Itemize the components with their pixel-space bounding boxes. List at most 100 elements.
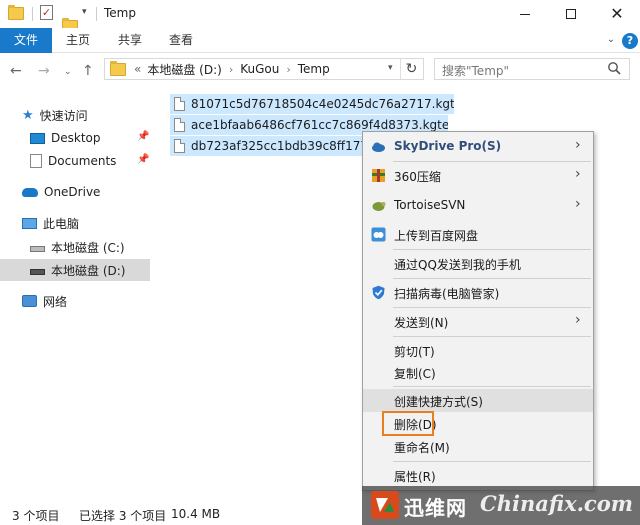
menu-item-rename[interactable]: 重命名(M)	[363, 435, 593, 458]
menu-item-skydrive-pro[interactable]: SkyDrive Pro(S) ›	[363, 135, 593, 158]
breadcrumb-temp[interactable]: Temp	[298, 62, 330, 76]
sidebar-item-quick-access[interactable]: ★ 快速访问	[0, 104, 150, 126]
window-title: Temp	[104, 6, 136, 20]
zip-360-icon	[372, 169, 385, 182]
menu-item-label: 上传到百度网盘	[394, 229, 479, 243]
menu-separator	[393, 461, 591, 462]
sidebar-item-desktop[interactable]: Desktop 📌	[0, 127, 150, 149]
menu-separator	[393, 336, 591, 337]
close-button[interactable]: ✕	[594, 0, 640, 28]
menu-item-copy[interactable]: 复制(C)	[363, 361, 593, 384]
drive-icon	[30, 269, 45, 275]
toolbar-divider	[96, 7, 97, 21]
tab-home[interactable]: 主页	[58, 28, 98, 53]
sidebar-item-this-pc[interactable]: 此电脑	[0, 212, 150, 234]
sidebar-item-label: 此电脑	[43, 216, 80, 231]
menu-separator	[393, 307, 591, 308]
sidebar-item-label: 快速访问	[39, 108, 88, 123]
file-icon	[174, 139, 185, 153]
tab-file[interactable]: 文件	[0, 28, 52, 53]
back-icon[interactable]: ←	[10, 63, 22, 79]
minimize-icon	[520, 13, 530, 15]
menu-item-baidu-upload[interactable]: 上传到百度网盘	[363, 223, 593, 246]
submenu-arrow-icon: ›	[575, 137, 581, 153]
menu-item-qq-send[interactable]: 通过QQ发送到我的手机	[363, 252, 593, 275]
menu-item-label: 复制(C)	[394, 367, 436, 381]
file-item[interactable]: 81071c5d76718504c4e0245dc76a2717.kgtemp	[170, 94, 454, 114]
highlight-box	[382, 411, 434, 436]
menu-item-label: 属性(R)	[394, 470, 436, 484]
chevron-right-icon[interactable]: ›	[229, 63, 233, 76]
customize-toolbar-icon[interactable]: ▾	[82, 7, 87, 17]
menu-item-label: TortoiseSVN	[394, 198, 466, 212]
search-icon[interactable]	[607, 61, 621, 75]
menu-item-create-shortcut[interactable]: 创建快捷方式(S)	[363, 389, 593, 412]
sidebar-item-label: Desktop	[51, 131, 101, 145]
refresh-icon[interactable]: ↻	[400, 59, 422, 79]
menu-item-label: 创建快捷方式(S)	[394, 395, 483, 409]
status-size: 10.4 MB	[171, 507, 221, 521]
breadcrumb: « 本地磁盘 (D:) › KuGou › Temp	[110, 60, 330, 78]
submenu-arrow-icon: ›	[575, 312, 581, 328]
skydrive-icon	[372, 142, 385, 152]
forward-icon[interactable]: →	[38, 63, 50, 79]
context-menu: SkyDrive Pro(S) › 360压缩 › TortoiseSVN › …	[362, 131, 594, 491]
watermark: 迅维网 Chinafix.com	[362, 486, 640, 525]
title-bar: ✓ ▾ Temp ✕	[0, 0, 640, 33]
folder-icon	[8, 5, 24, 20]
file-name: db723af325cc1bdb39c8ff177c4	[191, 139, 362, 153]
menu-item-label: SkyDrive Pro(S)	[394, 139, 502, 153]
ribbon-expand-icon[interactable]: ⌄	[604, 33, 618, 47]
menu-item-tortoisesvn[interactable]: TortoiseSVN ›	[363, 194, 593, 217]
watermark-text-cn: 迅维网	[404, 496, 467, 520]
maximize-button[interactable]	[548, 0, 594, 28]
address-dropdown-icon[interactable]: ▾	[388, 63, 393, 73]
sidebar-item-label: 本地磁盘 (D:)	[51, 263, 126, 278]
menu-item-label: 360压缩	[394, 170, 441, 184]
menu-separator	[393, 161, 591, 162]
sidebar-item-onedrive[interactable]: OneDrive	[0, 181, 150, 203]
sidebar-item-label: 本地磁盘 (C:)	[51, 240, 125, 255]
properties-icon[interactable]: ✓	[40, 5, 53, 20]
menu-item-properties[interactable]: 属性(R)	[363, 464, 593, 487]
menu-item-virus-scan[interactable]: 扫描病毒(电脑管家)	[363, 281, 593, 304]
sidebar-item-network[interactable]: 网络	[0, 290, 150, 312]
menu-item-label: 剪切(T)	[394, 345, 435, 359]
breadcrumb-drive-d[interactable]: 本地磁盘 (D:)	[147, 61, 221, 78]
breadcrumb-overflow-icon[interactable]: «	[134, 62, 141, 76]
tab-view[interactable]: 查看	[161, 28, 201, 53]
status-selected: 已选择 3 个项目	[79, 509, 167, 523]
help-icon[interactable]: ?	[622, 33, 638, 49]
menu-item-send-to[interactable]: 发送到(N) ›	[363, 310, 593, 333]
recent-locations-icon[interactable]: ⌄	[64, 67, 72, 77]
computer-icon	[22, 217, 37, 229]
cloud-icon	[22, 187, 38, 197]
search-placeholder: 搜索"Temp"	[442, 64, 510, 78]
pin-icon[interactable]: 📌	[137, 154, 149, 165]
file-name: 81071c5d76718504c4e0245dc76a2717.kgtemp	[191, 97, 454, 111]
menu-item-cut[interactable]: 剪切(T)	[363, 339, 593, 362]
pin-icon[interactable]: 📌	[137, 131, 149, 142]
star-icon: ★	[22, 107, 34, 123]
file-item[interactable]: db723af325cc1bdb39c8ff177c4	[170, 136, 362, 156]
submenu-arrow-icon: ›	[575, 196, 581, 212]
sidebar-item-drive-d[interactable]: 本地磁盘 (D:)	[0, 259, 150, 281]
toolbar-divider	[32, 7, 33, 21]
breadcrumb-kugou[interactable]: KuGou	[240, 62, 279, 76]
watermark-logo-icon	[371, 491, 399, 519]
tab-share[interactable]: 共享	[110, 28, 150, 53]
up-icon[interactable]: ↑	[82, 63, 94, 79]
desktop-icon	[30, 132, 45, 144]
sidebar-item-drive-c[interactable]: 本地磁盘 (C:)	[0, 236, 150, 258]
sidebar-item-label: OneDrive	[44, 185, 101, 199]
file-icon	[174, 97, 185, 111]
menu-item-360-compress[interactable]: 360压缩 ›	[363, 164, 593, 187]
chevron-right-icon[interactable]: ›	[286, 63, 290, 76]
sidebar-item-label: Documents	[48, 154, 117, 168]
sidebar-item-label: 网络	[43, 294, 68, 309]
minimize-button[interactable]	[502, 0, 548, 28]
tortoise-icon	[372, 202, 386, 211]
network-icon	[22, 295, 37, 307]
sidebar-item-documents[interactable]: Documents 📌	[0, 150, 150, 172]
menu-separator	[393, 249, 591, 250]
